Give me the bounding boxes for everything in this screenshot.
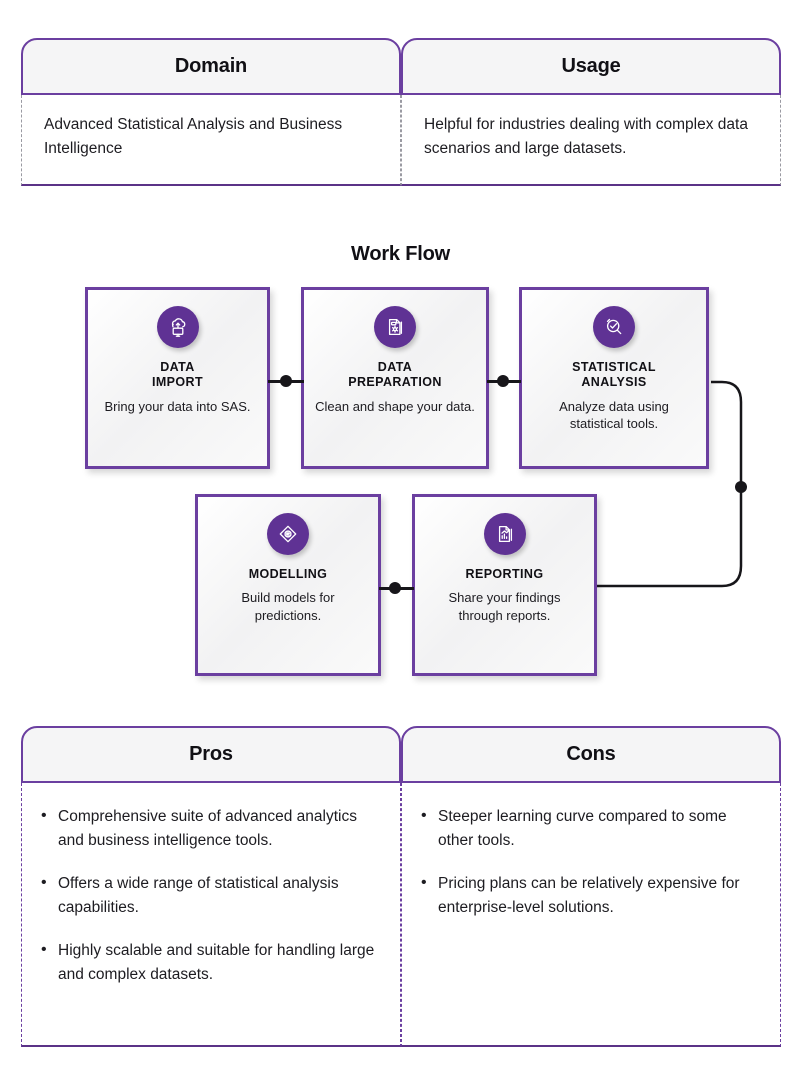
workflow-step-title: MODELLING [249, 567, 328, 582]
workflow-step-title: DATA PREPARATION [348, 360, 442, 391]
table-header-domain-label: Domain [174, 55, 248, 77]
connector-dot-modelling-reporting [389, 582, 401, 594]
table-cell-domain-text: Advanced Statistical Analysis and Busine… [44, 116, 343, 158]
workflow-step-title: DATA IMPORT [152, 360, 203, 391]
workflow-step-title-line2: ANALYSIS [581, 375, 647, 390]
list-item: Pricing plans can be relatively expensiv… [418, 871, 760, 920]
workflow-step-title-line1: MODELLING [248, 567, 328, 581]
workflow-step-data-preparation: DATA PREPARATION Clean and shape your da… [301, 287, 489, 469]
table-header-usage: Usage [401, 38, 781, 95]
table-cell-domain: Advanced Statistical Analysis and Busine… [21, 95, 401, 186]
table-cell-pros: Comprehensive suite of advanced analytic… [21, 783, 401, 1047]
pros-list: Comprehensive suite of advanced analytic… [38, 804, 380, 987]
workflow-step-title-line1: STATISTICAL [572, 360, 656, 374]
connector-dot-analysis-reporting [735, 481, 747, 493]
infographic-page: Domain Advanced Statistical Analysis and… [0, 0, 801, 1089]
workflow-step-desc: Clean and shape your data. [315, 398, 475, 414]
table-header-usage-label: Usage [561, 55, 621, 77]
workflow-step-title-line1: DATA [160, 360, 195, 374]
workflow-step-desc: Share your findings through reports. [448, 590, 561, 623]
table-cell-usage: Helpful for industries dealing with comp… [401, 95, 781, 186]
list-item: Offers a wide range of statistical analy… [38, 871, 380, 920]
table-column-pros: Pros Comprehensive suite of advanced ana… [21, 726, 401, 1047]
workflow-step-title: STATISTICAL ANALYSIS [572, 360, 656, 391]
table-header-pros: Pros [21, 726, 401, 783]
domain-usage-table: Domain Advanced Statistical Analysis and… [21, 38, 781, 186]
list-item: Steeper learning curve compared to some … [418, 804, 760, 853]
table-header-cons: Cons [401, 726, 781, 783]
table-cell-cons: Steeper learning curve compared to some … [401, 783, 781, 1047]
workflow-step-title-line1: REPORTING [465, 567, 544, 581]
workflow-step-desc: Build models for predictions. [241, 590, 335, 623]
table-header-pros-label: Pros [189, 743, 233, 765]
magnifier-check-icon [593, 306, 635, 348]
workflow-step-title-line2: IMPORT [151, 375, 203, 390]
table-column-usage: Usage Helpful for industries dealing wit… [401, 38, 781, 186]
connector-dot-preparation-analysis [497, 375, 509, 387]
table-cell-usage-text: Helpful for industries dealing with comp… [424, 116, 748, 158]
workflow-step-desc: Analyze data using statistical tools. [559, 398, 669, 432]
report-chart-icon [483, 513, 526, 555]
workflow-step-modelling: MODELLING Build models for predictions. [195, 494, 381, 676]
table-header-cons-label: Cons [566, 743, 616, 765]
workflow-title: Work Flow [351, 243, 450, 265]
table-header-domain: Domain [21, 38, 401, 95]
table-column-cons: Cons Steeper learning curve compared to … [401, 726, 781, 1047]
connector-dot-import-preparation [280, 375, 292, 387]
workflow-step-title-line1: DATA [377, 360, 413, 374]
cons-list: Steeper learning curve compared to some … [418, 804, 760, 920]
cloud-upload-monitor-icon [156, 306, 199, 348]
workflow-step-data-import: DATA IMPORT Bring your data into SAS. [85, 287, 270, 469]
workflow-step-title: REPORTING [466, 567, 544, 582]
workflow-step-statistical-analysis: STATISTICAL ANALYSIS Analyze data using … [519, 287, 709, 469]
table-column-domain: Domain Advanced Statistical Analysis and… [21, 38, 401, 186]
pros-cons-table: Pros Comprehensive suite of advanced ana… [21, 726, 781, 1047]
workflow-step-title-line2: PREPARATION [348, 375, 442, 390]
diamond-node-icon [267, 513, 309, 555]
list-item: Highly scalable and suitable for handlin… [38, 938, 380, 987]
workflow-step-reporting: REPORTING Share your findings through re… [412, 494, 597, 676]
workflow-step-desc: Bring your data into SAS. [104, 398, 251, 414]
list-item: Comprehensive suite of advanced analytic… [38, 804, 380, 853]
document-settings-icon [374, 306, 416, 348]
